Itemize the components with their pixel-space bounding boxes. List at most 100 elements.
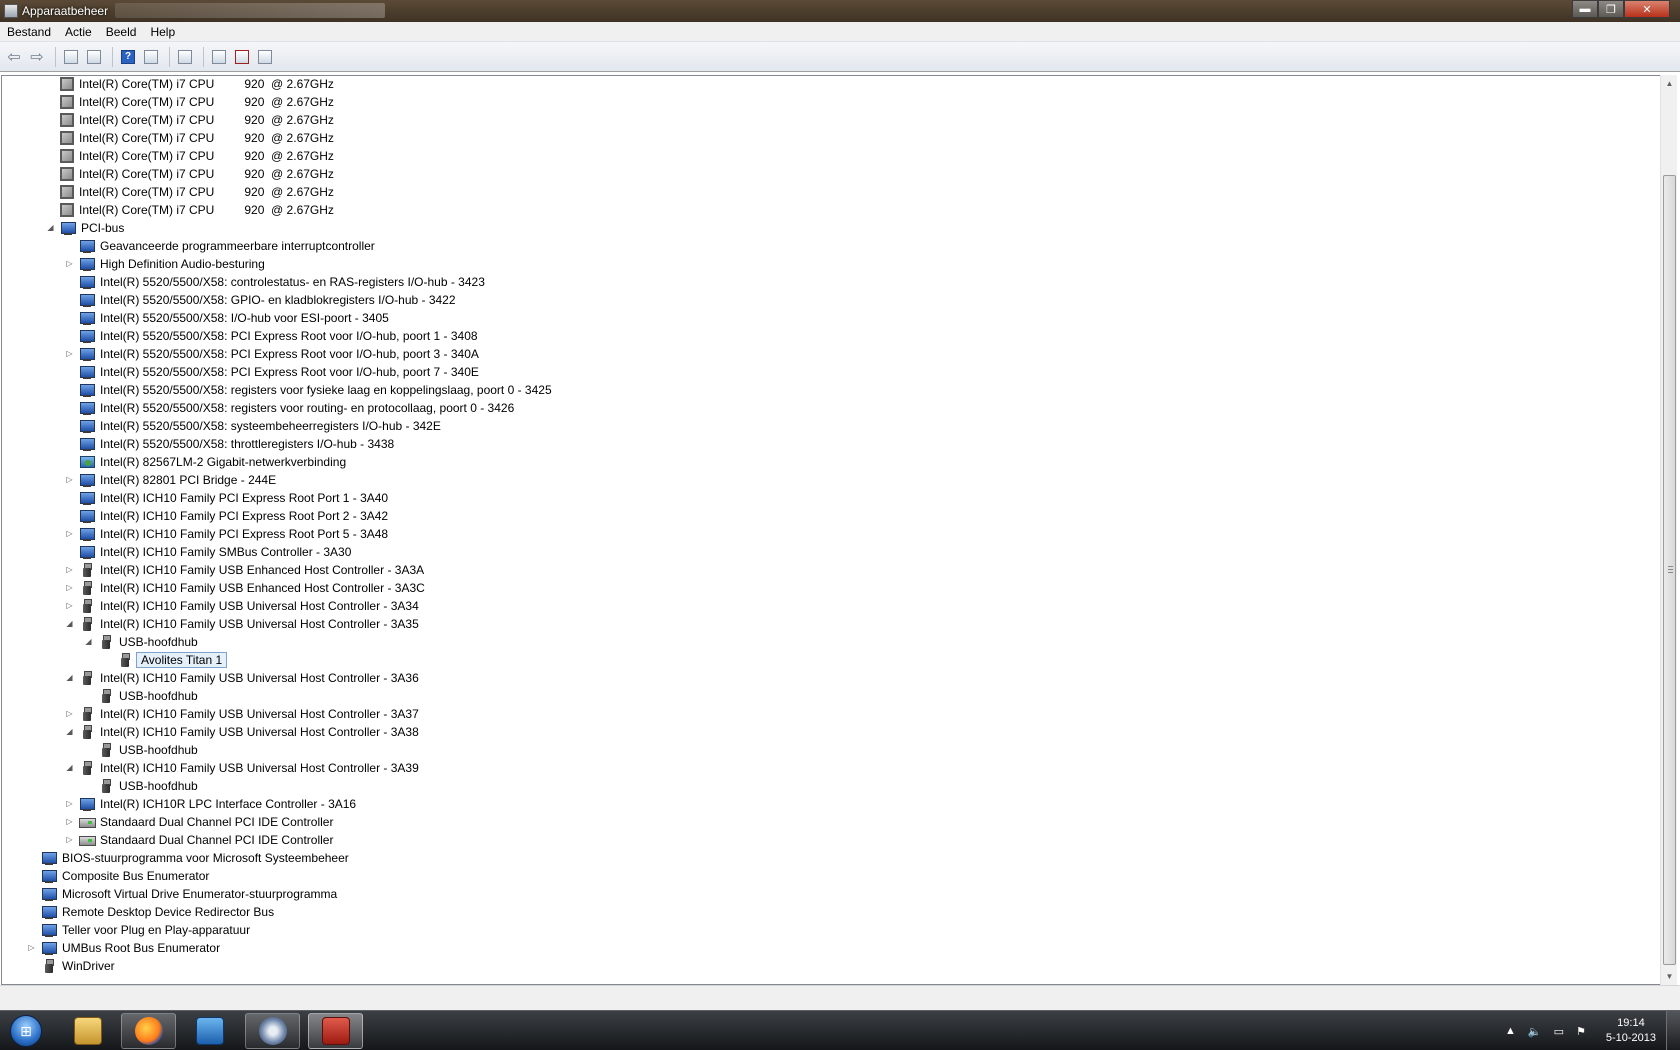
close-button[interactable]: ✕ [1624, 0, 1670, 18]
tree-node[interactable]: ◢ Intel(R) ICH10 Family USB Universal Hos… [66, 723, 421, 741]
tree-node[interactable]: USB-hoofdhub [98, 777, 200, 795]
network-icon[interactable]: ▭ [1554, 1025, 1564, 1038]
tree-node[interactable]: WinDriver [41, 957, 117, 975]
volume-icon[interactable]: 🔈 [1528, 1025, 1542, 1038]
tree-node[interactable]: Intel(R) 5520/5500/X58: registers voor f… [79, 381, 554, 399]
tree-node[interactable]: Composite Bus Enumerator [41, 867, 211, 885]
tree-node[interactable]: Intel(R) Core(TM) i7 CPU 920 @ 2.67GHz [60, 147, 336, 165]
device-tree[interactable]: Intel(R) Core(TM) i7 CPU 920 @ 2.67GHz In… [1, 75, 1661, 985]
tree-node[interactable]: BIOS-stuurprogramma voor Microsoft Syste… [41, 849, 351, 867]
expand-arrow-icon[interactable]: ▷ [65, 709, 74, 718]
scroll-up-icon[interactable]: ▲ [1661, 75, 1678, 92]
taskbar-device-manager-button[interactable] [308, 1013, 363, 1049]
tree-node[interactable]: Microsoft Virtual Drive Enumerator-stuur… [41, 885, 339, 903]
tree-node[interactable]: Intel(R) Core(TM) i7 CPU 920 @ 2.67GHz [60, 93, 336, 111]
tree-node[interactable]: ◢ PCI-bus [47, 219, 126, 237]
collapse-arrow-icon[interactable]: ◢ [84, 637, 93, 646]
scroll-down-icon[interactable]: ▼ [1661, 968, 1678, 985]
tree-node[interactable]: ▷ Intel(R) ICH10R LPC Interface Controlle… [66, 795, 358, 813]
tree-node[interactable]: ▷ Intel(R) ICH10 Family USB Enhanced Host… [66, 561, 426, 579]
vertical-scrollbar[interactable]: ▲ ▼ [1660, 75, 1677, 985]
tree-node[interactable]: ▷ UMBus Root Bus Enumerator [28, 939, 222, 957]
tree-node[interactable]: Intel(R) Core(TM) i7 CPU 920 @ 2.67GHz [60, 201, 336, 219]
tree-node[interactable]: Intel(R) 5520/5500/X58: systeembeheerreg… [79, 417, 443, 435]
tree-node[interactable]: ▷ Intel(R) 5520/5500/X58: PCI Express Roo… [66, 345, 481, 363]
clock[interactable]: 19:14 5-10-2013 [1606, 1016, 1656, 1046]
tree-node[interactable]: Intel(R) ICH10 Family SMBus Controller -… [79, 543, 353, 561]
tree-node[interactable]: Intel(R) Core(TM) i7 CPU 920 @ 2.67GHz [60, 111, 336, 129]
scroll-thumb[interactable] [1663, 175, 1676, 965]
tree-node[interactable]: Intel(R) 5520/5500/X58: PCI Express Root… [79, 327, 480, 345]
back-icon[interactable]: ⇦ [4, 47, 24, 67]
taskbar-explorer-button[interactable] [60, 1013, 115, 1049]
tree-node[interactable]: Geavanceerde programmeerbare interruptco… [79, 237, 377, 255]
tree-node[interactable]: Intel(R) ICH10 Family PCI Express Root P… [79, 489, 390, 507]
tree-node[interactable]: Intel(R) 5520/5500/X58: throttleregister… [79, 435, 396, 453]
tree-node[interactable]: ◢ Intel(R) ICH10 Family USB Universal Hos… [66, 615, 421, 633]
expand-arrow-icon[interactable]: ▷ [65, 835, 74, 844]
minimize-button[interactable]: ▬ [1572, 0, 1598, 18]
taskbar-firefox-button[interactable] [121, 1013, 176, 1049]
tree-node[interactable]: Intel(R) 5520/5500/X58: controlestatus- … [79, 273, 487, 291]
properties-icon[interactable] [84, 47, 104, 67]
tree-node[interactable]: Intel(R) 5520/5500/X58: PCI Express Root… [79, 363, 481, 381]
tree-node[interactable]: ▷ High Definition Audio-besturing [66, 255, 267, 273]
help-icon[interactable]: ? [118, 47, 138, 67]
tree-node[interactable]: ▷ Intel(R) ICH10 Family USB Universal Hos… [66, 597, 421, 615]
expand-arrow-icon[interactable]: ▷ [65, 817, 74, 826]
tree-node[interactable]: Intel(R) Core(TM) i7 CPU 920 @ 2.67GHz [60, 165, 336, 183]
show-hide-icon[interactable] [141, 47, 161, 67]
tree-node[interactable]: ▷ Standaard Dual Channel PCI IDE Controll… [66, 831, 335, 849]
collapse-arrow-icon[interactable]: ◢ [65, 673, 74, 682]
tree-node[interactable]: ▷ Standaard Dual Channel PCI IDE Controll… [66, 813, 335, 831]
tree-node[interactable]: USB-hoofdhub [98, 687, 200, 705]
tree-node[interactable]: ▷ Intel(R) ICH10 Family USB Universal Hos… [66, 705, 421, 723]
expand-arrow-icon[interactable]: ▷ [65, 601, 74, 610]
menu-bestand[interactable]: Bestand [0, 22, 58, 42]
menu-beeld[interactable]: Beeld [99, 22, 144, 42]
start-button[interactable]: ⊞ [4, 1012, 48, 1050]
tree-node[interactable]: Intel(R) ICH10 Family PCI Express Root P… [79, 507, 390, 525]
tree-node[interactable]: Intel(R) Core(TM) i7 CPU 920 @ 2.67GHz [60, 183, 336, 201]
collapse-arrow-icon[interactable]: ◢ [65, 619, 74, 628]
expand-arrow-icon[interactable]: ▷ [65, 565, 74, 574]
tree-node[interactable]: Intel(R) Core(TM) i7 CPU 920 @ 2.67GHz [60, 129, 336, 147]
tree-node[interactable]: ◢ USB-hoofdhub [85, 633, 200, 651]
maximize-button[interactable]: ❐ [1598, 0, 1624, 18]
tree-node[interactable]: Intel(R) 82567LM-2 Gigabit-netwerkverbin… [79, 453, 348, 471]
tree-node[interactable]: Intel(R) 5520/5500/X58: GPIO- en kladblo… [79, 291, 458, 309]
tree-node[interactable]: Intel(R) 5520/5500/X58: registers voor r… [79, 399, 516, 417]
tree-node[interactable]: USB-hoofdhub [98, 741, 200, 759]
menu-help[interactable]: Help [143, 22, 182, 42]
tree-node[interactable]: Intel(R) 5520/5500/X58: I/O-hub voor ESI… [79, 309, 391, 327]
tree-node[interactable]: ▷ Intel(R) 82801 PCI Bridge - 244E [66, 471, 278, 489]
tree-node[interactable]: ▷ Intel(R) ICH10 Family USB Enhanced Host… [66, 579, 427, 597]
update-driver-icon[interactable] [209, 47, 229, 67]
tree-node[interactable]: Remote Desktop Device Redirector Bus [41, 903, 276, 921]
tree-node[interactable]: ◢ Intel(R) ICH10 Family USB Universal Hos… [66, 759, 421, 777]
show-desktop-button[interactable] [1666, 1011, 1680, 1050]
forward-icon[interactable]: ⇨ [27, 47, 47, 67]
expand-arrow-icon[interactable]: ▷ [65, 475, 74, 484]
collapse-arrow-icon[interactable]: ◢ [65, 763, 74, 772]
tree-node[interactable]: Intel(R) Core(TM) i7 CPU 920 @ 2.67GHz [60, 76, 336, 93]
expand-arrow-icon[interactable]: ▷ [65, 259, 74, 268]
uninstall-icon[interactable] [232, 47, 252, 67]
collapse-arrow-icon[interactable]: ◢ [46, 223, 55, 232]
menu-actie[interactable]: Actie [58, 22, 99, 42]
action-center-flag-icon[interactable]: ⚑ [1576, 1025, 1586, 1038]
expand-arrow-icon[interactable]: ▷ [65, 799, 74, 808]
collapse-arrow-icon[interactable]: ◢ [65, 727, 74, 736]
tree-node[interactable]: ◢ Intel(R) ICH10 Family USB Universal Hos… [66, 669, 421, 687]
scan-hardware-icon[interactable] [175, 47, 195, 67]
taskbar-titan-button[interactable] [245, 1013, 300, 1049]
tree-node[interactable]: ▷ Intel(R) ICH10 Family PCI Express Root … [66, 525, 390, 543]
disable-icon[interactable] [255, 47, 275, 67]
expand-arrow-icon[interactable]: ▷ [65, 583, 74, 592]
expand-arrow-icon[interactable]: ▷ [27, 943, 36, 952]
console-tree-icon[interactable] [61, 47, 81, 67]
tree-node[interactable]: Avolites Titan 1 [117, 651, 228, 669]
expand-arrow-icon[interactable]: ▷ [65, 529, 74, 538]
show-hidden-icons-icon[interactable]: ▲ [1505, 1025, 1516, 1037]
taskbar-media-player-button[interactable] [182, 1013, 237, 1049]
